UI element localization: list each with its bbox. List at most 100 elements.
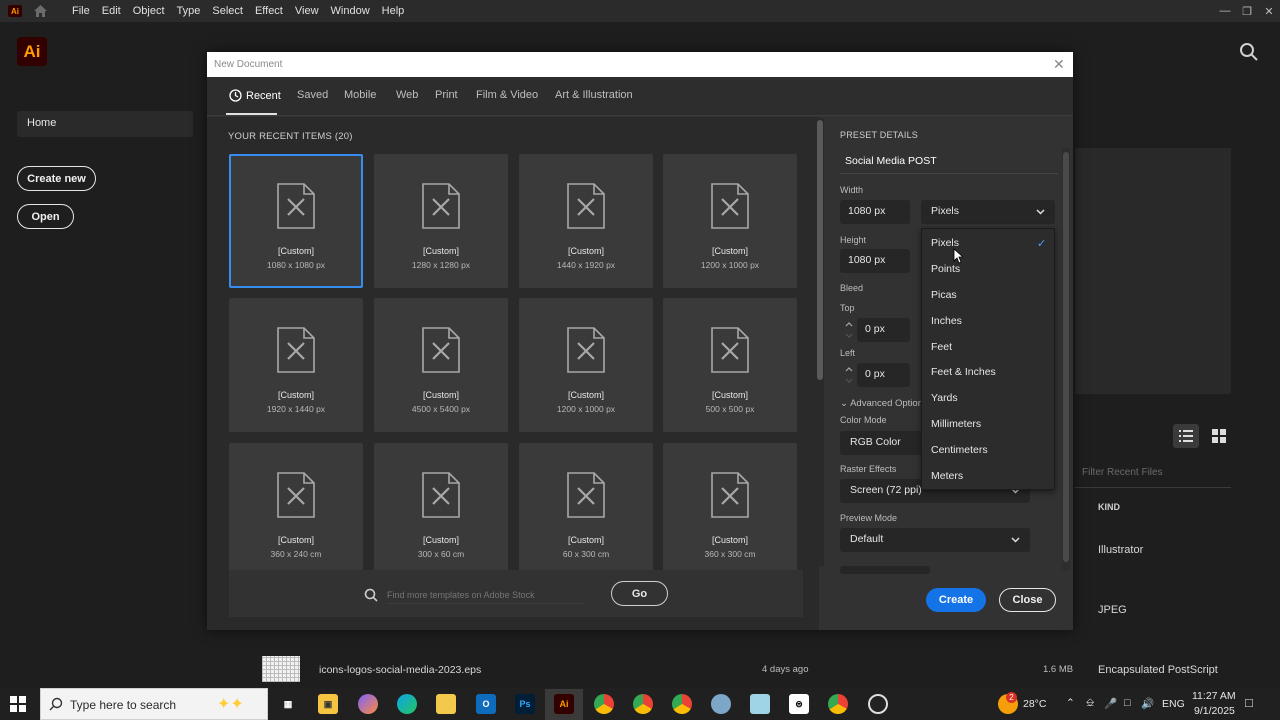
tray-icon[interactable]: ⎒ — [1086, 697, 1094, 710]
tab-saved[interactable]: Saved — [297, 89, 328, 101]
recent-scroll-thumb[interactable] — [817, 120, 823, 380]
minimize-icon[interactable]: — — [1214, 5, 1236, 17]
outlook-icon[interactable]: O — [476, 694, 496, 714]
home-icon[interactable] — [32, 3, 48, 19]
top-stepper-icon[interactable] — [843, 319, 855, 341]
illustrator-icon[interactable]: Ai — [554, 694, 574, 714]
card-title: [Custom] — [567, 535, 604, 545]
grid-view-icon[interactable] — [1206, 424, 1232, 448]
preview-mode-dropdown[interactable]: Default — [840, 528, 1030, 552]
edge-icon[interactable] — [397, 694, 417, 714]
menu-select[interactable]: Select — [206, 5, 249, 17]
width-field[interactable]: 1080 px — [840, 200, 910, 224]
tab-print[interactable]: Print — [435, 89, 458, 101]
language-indicator[interactable]: ENG — [1162, 698, 1185, 710]
chrome-icon[interactable] — [828, 694, 848, 714]
bleed-top-field[interactable]: 0 px — [857, 318, 910, 342]
capcut-icon[interactable]: ⊜ — [789, 694, 809, 714]
menu-effect[interactable]: Effect — [249, 5, 289, 17]
clock-date[interactable]: 9/1/2025 — [1194, 705, 1235, 717]
recent-item-card[interactable]: [Custom] 300 x 60 cm — [374, 443, 508, 577]
units-option-millimeters[interactable]: Millimeters — [931, 418, 981, 430]
menu-window[interactable]: Window — [325, 5, 376, 17]
app-badge-icon[interactable]: Ai — [8, 5, 22, 17]
recent-item-card[interactable]: [Custom] 360 x 240 cm — [229, 443, 363, 577]
weather-temp[interactable]: 28°C — [1023, 698, 1046, 710]
search-icon[interactable] — [1238, 41, 1260, 63]
notepad-icon[interactable] — [750, 694, 770, 714]
file-name[interactable]: icons-logos-social-media-2023.eps — [319, 664, 481, 676]
nav-home[interactable]: Home — [17, 111, 193, 137]
bleed-left-field[interactable]: 0 px — [857, 363, 910, 387]
recent-item-card[interactable]: [Custom] 1200 x 1000 px — [519, 298, 653, 432]
menu-help[interactable]: Help — [376, 5, 411, 17]
chevron-up-icon[interactable]: ⌃ — [1066, 697, 1075, 709]
stock-search-input[interactable] — [387, 586, 584, 604]
create-button[interactable]: Create — [926, 588, 986, 612]
create-new-button[interactable]: Create new — [17, 166, 96, 191]
more-options-field[interactable] — [840, 566, 930, 574]
copilot-icon[interactable] — [358, 694, 378, 714]
menu-edit[interactable]: Edit — [96, 5, 127, 17]
volume-icon[interactable]: 🔊 — [1141, 697, 1154, 710]
units-option-inches[interactable]: Inches — [931, 315, 962, 327]
tab-film-video[interactable]: Film & Video — [476, 89, 538, 101]
preset-scroll-thumb[interactable] — [1063, 152, 1069, 562]
chrome-icon[interactable] — [633, 694, 653, 714]
recent-item-card[interactable]: [Custom] 1200 x 1000 px — [663, 154, 797, 288]
menu-type[interactable]: Type — [171, 5, 207, 17]
height-field[interactable]: 1080 px — [840, 249, 910, 273]
tab-recent[interactable]: Recent — [229, 89, 281, 102]
close-button[interactable]: Close — [999, 588, 1056, 612]
windows-start-icon[interactable] — [10, 696, 26, 712]
preset-name-field[interactable]: Social Media POST — [845, 155, 937, 167]
menu-object[interactable]: Object — [127, 5, 171, 17]
clock-time[interactable]: 11:27 AM — [1192, 690, 1236, 702]
units-option-yards[interactable]: Yards — [931, 392, 958, 404]
menu-view[interactable]: View — [289, 5, 325, 17]
task-view-icon[interactable]: ▦ — [278, 694, 298, 714]
units-option-meters[interactable]: Meters — [931, 470, 963, 482]
notifications-icon[interactable]: □ — [1245, 695, 1253, 710]
advanced-options-toggle[interactable]: ⌄ Advanced Option — [840, 398, 923, 409]
recent-item-card[interactable]: [Custom] 1920 x 1440 px — [229, 298, 363, 432]
color-mode-dropdown[interactable]: RGB Color — [840, 431, 922, 455]
weather-app-icon[interactable] — [711, 694, 731, 714]
filter-recent-input[interactable]: Filter Recent Files — [1082, 467, 1163, 478]
tab-art-illustration[interactable]: Art & Illustration — [555, 89, 633, 101]
chrome-icon[interactable] — [594, 694, 614, 714]
file-thumbnail[interactable] — [262, 656, 300, 682]
units-option-centimeters[interactable]: Centimeters — [931, 444, 988, 456]
chrome-icon[interactable] — [672, 694, 692, 714]
store-icon[interactable]: ▣ — [318, 694, 338, 714]
go-button[interactable]: Go — [611, 581, 668, 606]
network-icon[interactable]: □ — [1124, 697, 1130, 709]
units-option-feet[interactable]: Feet — [931, 341, 952, 353]
obs-icon[interactable] — [868, 694, 888, 714]
left-stepper-icon[interactable] — [843, 364, 855, 386]
menu-file[interactable]: File — [66, 5, 96, 17]
tab-mobile[interactable]: Mobile — [344, 89, 376, 101]
microphone-icon[interactable]: 🎤 — [1104, 697, 1117, 710]
recent-items-header: YOUR RECENT ITEMS (20) — [228, 131, 353, 142]
recent-item-card[interactable]: [Custom] 360 x 300 cm — [663, 443, 797, 577]
recent-item-card[interactable]: [Custom] 1280 x 1280 px — [374, 154, 508, 288]
recent-item-card[interactable]: [Custom] 1440 x 1920 px — [519, 154, 653, 288]
units-option-picas[interactable]: Picas — [931, 289, 957, 301]
file-explorer-icon[interactable] — [436, 694, 456, 714]
dialog-close-icon[interactable]: ✕ — [1053, 56, 1065, 73]
units-option-feet-inches[interactable]: Feet & Inches — [931, 366, 996, 378]
recent-item-card[interactable]: [Custom] 60 x 300 cm — [519, 443, 653, 577]
recent-item-card[interactable]: [Custom] 4500 x 5400 px — [374, 298, 508, 432]
list-view-icon[interactable] — [1173, 424, 1199, 448]
restore-icon[interactable]: ❐ — [1236, 5, 1258, 18]
tab-web[interactable]: Web — [396, 89, 418, 101]
recent-item-card[interactable]: [Custom] 500 x 500 px — [663, 298, 797, 432]
close-window-icon[interactable]: ✕ — [1258, 5, 1280, 18]
units-dropdown[interactable]: Pixels — [921, 200, 1055, 224]
open-button[interactable]: Open — [17, 204, 74, 229]
photoshop-icon[interactable]: Ps — [515, 694, 535, 714]
kind-column-header[interactable]: KIND — [1098, 502, 1120, 512]
recent-item-card[interactable]: [Custom] 1080 x 1080 px — [229, 154, 363, 288]
units-option-points[interactable]: Points — [931, 263, 960, 275]
